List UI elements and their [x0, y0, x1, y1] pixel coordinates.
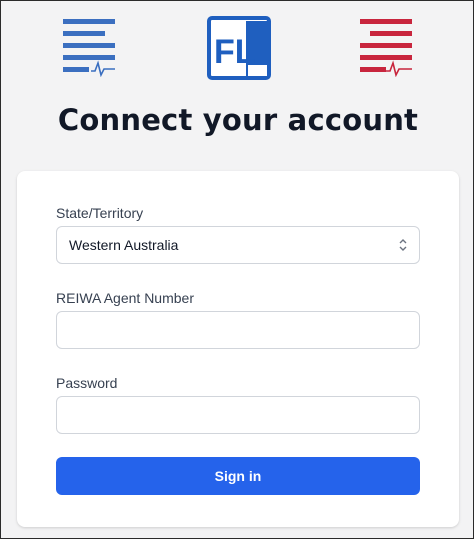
- state-label: State/Territory: [56, 205, 144, 221]
- page-title: Connect your account: [57, 103, 419, 137]
- sign-in-button[interactable]: Sign in: [56, 457, 420, 495]
- agent-number-label: REIWA Agent Number: [56, 290, 194, 306]
- state-select-value: Western Australia: [69, 237, 179, 253]
- window-frame: FL Connect your account State/Territory …: [0, 0, 474, 539]
- agent-number-input[interactable]: [56, 311, 420, 349]
- right-logo-icon: [360, 19, 412, 77]
- state-select[interactable]: Western Australia: [56, 226, 420, 264]
- chevron-up-down-icon: [399, 239, 407, 251]
- left-logo-icon: [63, 19, 115, 77]
- fl-logo-text: FL: [214, 33, 256, 71]
- login-card: State/Territory Western Australia REIWA …: [17, 171, 459, 527]
- password-label: Password: [56, 375, 118, 391]
- password-input[interactable]: [56, 396, 420, 434]
- fl-logo-icon: FL: [207, 16, 271, 80]
